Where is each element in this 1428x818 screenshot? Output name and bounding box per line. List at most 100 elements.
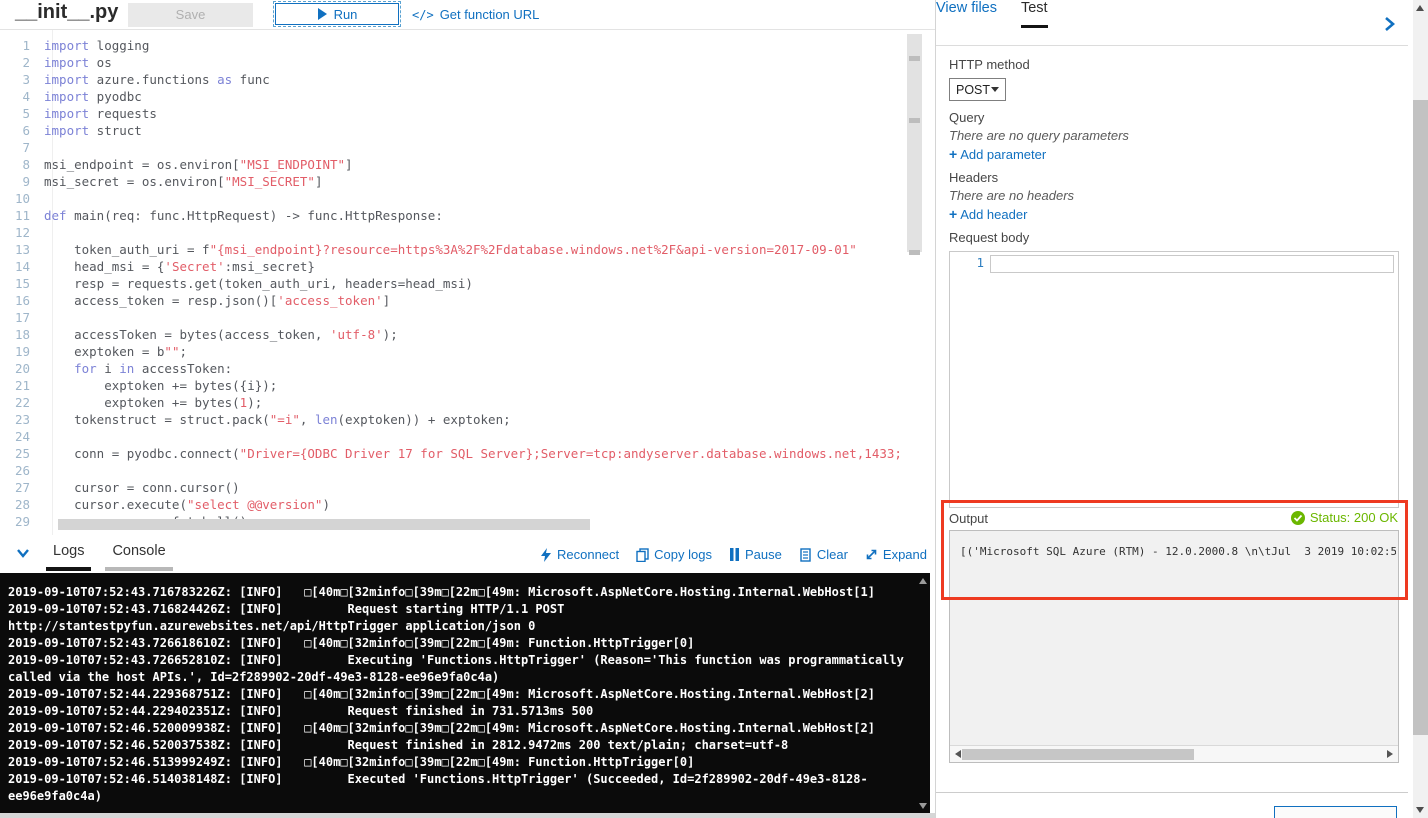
code-line: 22 exptoken += bytes(1); bbox=[0, 394, 935, 411]
line-number: 23 bbox=[14, 412, 30, 427]
run-button-label: Run bbox=[333, 6, 358, 22]
test-panel: View files Test HTTP method POST Query T… bbox=[935, 0, 1413, 818]
code-line: 4 import pyodbc bbox=[0, 88, 935, 105]
console-log-line: http://stantestpyfun.azurewebsites.net/a… bbox=[8, 619, 536, 633]
line-number: 21 bbox=[14, 378, 30, 393]
scroll-left-arrow[interactable] bbox=[955, 750, 961, 758]
console-log-line: 2019-09-10T07:52:43.726618610Z: [INFO] □… bbox=[8, 636, 695, 650]
code-line: 27 cursor = conn.cursor() bbox=[0, 479, 935, 496]
code-line: 20 for i in accessToken: bbox=[0, 360, 935, 377]
page-scrollbar[interactable] bbox=[1413, 0, 1428, 818]
output-horizontal-scrollbar[interactable] bbox=[950, 745, 1398, 762]
console-lines: 2019-09-10T07:52:43.716783226Z: [INFO] □… bbox=[8, 584, 914, 805]
clear-icon bbox=[800, 547, 811, 562]
toolbar: __init__.py Save Run </> Get function UR… bbox=[0, 0, 935, 30]
expand-icon bbox=[866, 549, 877, 560]
plus-icon: + bbox=[949, 206, 958, 222]
code-line: 5 import requests bbox=[0, 105, 935, 122]
line-number: 19 bbox=[14, 344, 30, 359]
output-box: [('Microsoft SQL Azure (RTM) - 12.0.2000… bbox=[949, 530, 1399, 763]
play-icon bbox=[317, 8, 327, 20]
console-log-line: 2019-09-10T07:52:43.716824426Z: [INFO] R… bbox=[8, 602, 565, 616]
editor-vertical-scrollbar[interactable] bbox=[907, 32, 922, 529]
divider bbox=[936, 45, 1408, 46]
code-line: 16 access_token = resp.json()['access_to… bbox=[0, 292, 935, 309]
azure-function-editor: __init__.py Save Run </> Get function UR… bbox=[0, 0, 1428, 818]
console-log-line: 2019-09-10T07:52:46.520037538Z: [INFO] R… bbox=[8, 738, 789, 752]
scroll-right-arrow[interactable] bbox=[1387, 750, 1393, 758]
expand-button[interactable]: Expand bbox=[865, 547, 927, 562]
code-line: 21 exptoken += bytes({i}); bbox=[0, 377, 935, 394]
add-parameter-label: Add parameter bbox=[960, 147, 1047, 162]
http-method-select[interactable]: POST bbox=[949, 78, 1006, 101]
http-method-label: HTTP method bbox=[949, 57, 1030, 72]
status-text: Status: 200 OK bbox=[1309, 510, 1398, 525]
console-log-line: 2019-09-10T07:52:46.514038148Z: [INFO] E… bbox=[8, 772, 868, 786]
log-actions: Reconnect Copy logs Pause Clear Expand bbox=[540, 547, 927, 562]
line-number: 3 bbox=[22, 72, 30, 87]
scroll-up-arrow[interactable] bbox=[919, 578, 927, 584]
clear-button[interactable]: Clear bbox=[799, 547, 848, 562]
scroll-down-arrow[interactable] bbox=[919, 803, 927, 809]
code-line: 12 bbox=[0, 224, 935, 241]
tab-console[interactable]: Console bbox=[105, 543, 173, 571]
add-header-link[interactable]: + Add header bbox=[949, 206, 1027, 222]
partial-run-button[interactable] bbox=[1274, 806, 1397, 818]
headers-empty-text: There are no headers bbox=[949, 188, 1075, 203]
clear-label: Clear bbox=[816, 547, 848, 562]
tab-test[interactable]: Test bbox=[1020, 0, 1048, 28]
line-number: 2 bbox=[22, 55, 30, 70]
scrollbar-thumb[interactable] bbox=[907, 34, 922, 252]
line-number: 17 bbox=[14, 310, 30, 325]
scrollbar-thumb[interactable] bbox=[962, 749, 1194, 760]
console-scrollbar[interactable] bbox=[916, 573, 930, 814]
code-line: 2 import os bbox=[0, 54, 935, 71]
http-method-value: POST bbox=[956, 82, 991, 97]
scrollbar-mark bbox=[909, 118, 920, 123]
chevron-down-icon[interactable] bbox=[16, 548, 30, 559]
console-log-line: 2019-09-10T07:52:46.513999249Z: [INFO] □… bbox=[8, 755, 695, 769]
editor-horizontal-scrollbar[interactable] bbox=[58, 519, 590, 530]
pause-button[interactable]: Pause bbox=[729, 547, 782, 562]
reconnect-icon bbox=[540, 547, 551, 562]
log-tabs: Logs Console bbox=[46, 543, 173, 571]
scrollbar-thumb[interactable] bbox=[1413, 100, 1428, 735]
get-function-url-link[interactable]: </> Get function URL bbox=[412, 7, 539, 22]
line-number: 26 bbox=[14, 463, 30, 478]
request-body-editor[interactable]: 1 bbox=[949, 251, 1399, 508]
line-number: 18 bbox=[14, 327, 30, 342]
scroll-down-arrow[interactable] bbox=[1416, 807, 1424, 813]
copy-logs-label: Copy logs bbox=[654, 547, 712, 562]
code-line: 10 bbox=[0, 190, 935, 207]
code-line: 11 def main(req: func.HttpRequest) -> fun… bbox=[0, 207, 935, 224]
chevron-right-icon[interactable] bbox=[1384, 16, 1395, 32]
request-body-input[interactable] bbox=[990, 255, 1394, 273]
code-line: 28 cursor.execute("select @@version") bbox=[0, 496, 935, 513]
pause-label: Pause bbox=[744, 547, 782, 562]
status-badge: Status: 200 OK bbox=[1290, 510, 1398, 525]
code-line: 23 tokenstruct = struct.pack("=i", len(e… bbox=[0, 411, 935, 428]
line-number: 10 bbox=[14, 191, 30, 206]
line-number: 15 bbox=[14, 276, 30, 291]
code-line: 13 token_auth_uri = f"{msi_endpoint}?res… bbox=[0, 241, 935, 258]
code-line: 17 bbox=[0, 309, 935, 326]
code-editor[interactable]: 1 import logging 2 import os 3 import azure.f… bbox=[0, 30, 935, 535]
tab-view-files[interactable]: View files bbox=[936, 0, 997, 28]
line-number: 22 bbox=[14, 395, 30, 410]
code-line: 3 import azure.functions as func bbox=[0, 71, 935, 88]
reconnect-label: Reconnect bbox=[556, 547, 620, 562]
code-line: 25 conn = pyodbc.connect("Driver={ODBC D… bbox=[0, 445, 935, 462]
copy-logs-button[interactable]: Copy logs bbox=[636, 547, 712, 562]
line-number: 5 bbox=[22, 106, 30, 121]
line-number: 12 bbox=[14, 225, 30, 240]
run-button[interactable]: Run bbox=[273, 1, 401, 27]
tab-logs[interactable]: Logs bbox=[46, 543, 92, 571]
scroll-up-arrow[interactable] bbox=[1416, 5, 1424, 11]
code-line: 7 bbox=[0, 139, 935, 156]
headers-label: Headers bbox=[949, 170, 999, 185]
add-parameter-link[interactable]: + Add parameter bbox=[949, 146, 1046, 162]
console-log-line: 2019-09-10T07:52:43.716783226Z: [INFO] □… bbox=[8, 585, 875, 599]
console-output[interactable]: 2019-09-10T07:52:43.716783226Z: [INFO] □… bbox=[0, 573, 930, 814]
save-button[interactable]: Save bbox=[128, 3, 253, 27]
reconnect-button[interactable]: Reconnect bbox=[540, 547, 619, 562]
